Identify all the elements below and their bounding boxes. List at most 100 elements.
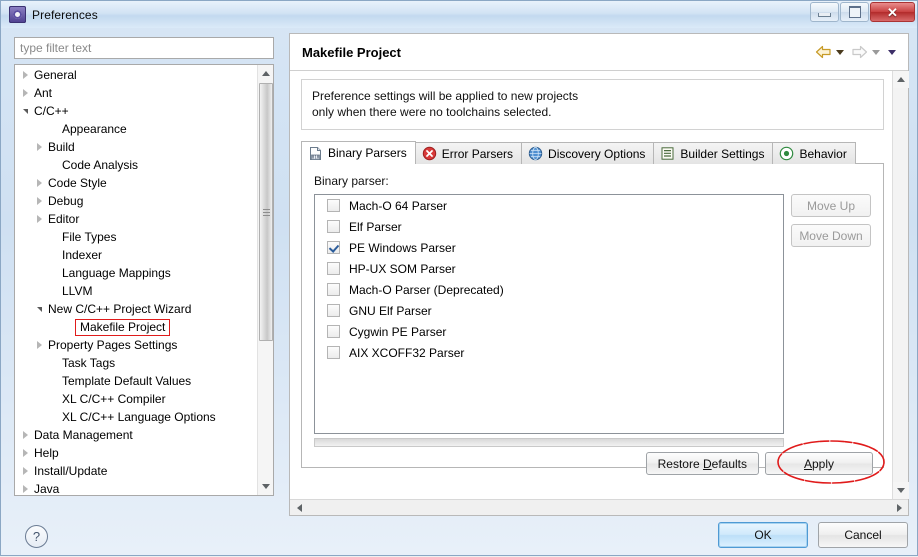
page-horizontal-scrollbar[interactable] — [290, 499, 908, 515]
search-input[interactable] — [14, 37, 274, 59]
tab-error-parsers[interactable]: Error Parsers — [414, 142, 523, 164]
maximize-icon — [848, 6, 861, 18]
page-scroll-down-button[interactable] — [893, 482, 909, 499]
expand-arrow-icon[interactable] — [19, 462, 32, 480]
tree-item-c-c[interactable]: C/C++ — [15, 102, 258, 120]
preferences-tree[interactable]: General Ant C/C++ Appearance Build Code Analy… — [15, 66, 258, 495]
tree-item-help[interactable]: Help — [15, 444, 258, 462]
checkbox[interactable] — [327, 304, 340, 317]
scrollbar-grip-icon — [262, 207, 270, 218]
checkbox[interactable] — [327, 262, 340, 275]
ok-button[interactable]: OK — [718, 522, 808, 548]
tree-item-new-c-c-project-wizard[interactable]: New C/C++ Project Wizard — [15, 300, 258, 318]
minimize-button[interactable] — [810, 2, 839, 22]
expand-arrow-icon[interactable] — [33, 336, 46, 354]
tree-item-editor[interactable]: Editor — [15, 210, 258, 228]
view-menu-icon[interactable] — [888, 49, 896, 55]
tab-builder-settings[interactable]: Builder Settings — [653, 142, 774, 164]
forward-dropdown-icon[interactable] — [872, 49, 880, 55]
checkbox[interactable] — [327, 346, 340, 359]
tree-item-template-default-values[interactable]: Template Default Values — [15, 372, 258, 390]
expand-arrow-icon[interactable] — [33, 192, 46, 210]
chevron-right-icon — [37, 197, 42, 205]
tree-item-language-mappings[interactable]: Language Mappings — [15, 264, 258, 282]
close-button[interactable]: ✕ — [870, 2, 915, 22]
tab-binary-parsers[interactable]: 010 Binary Parsers — [301, 141, 416, 164]
tree-item-appearance[interactable]: Appearance — [15, 120, 258, 138]
list-item[interactable]: Mach-O 64 Parser — [315, 195, 783, 216]
chevron-right-icon — [23, 467, 28, 475]
list-item[interactable]: AIX XCOFF32 Parser — [315, 342, 783, 363]
expand-arrow-icon[interactable] — [19, 66, 32, 84]
tree-item-llvm[interactable]: LLVM — [15, 282, 258, 300]
checkbox[interactable] — [327, 283, 340, 296]
tree-item-ant[interactable]: Ant — [15, 84, 258, 102]
tree-item-java[interactable]: Java — [15, 480, 258, 495]
tree-item-indexer[interactable]: Indexer — [15, 246, 258, 264]
move-up-button[interactable]: Move Up — [791, 194, 871, 217]
expand-arrow-icon[interactable] — [33, 138, 46, 156]
back-arrow-icon[interactable] — [815, 45, 832, 59]
page-scroll-right-button[interactable] — [891, 500, 907, 515]
expand-arrow-icon[interactable] — [33, 210, 46, 228]
back-dropdown-icon[interactable] — [836, 49, 844, 55]
tree-item-label: New C/C++ Project Wizard — [48, 302, 192, 316]
expand-arrow-icon[interactable] — [33, 174, 46, 192]
tab-discovery-options[interactable]: Discovery Options — [521, 142, 655, 164]
expand-arrow-icon[interactable] — [19, 444, 32, 462]
page-scroll-left-button[interactable] — [291, 500, 307, 515]
tree-item-install-update[interactable]: Install/Update — [15, 462, 258, 480]
tree-item-label: Language Mappings — [62, 266, 171, 280]
list-item[interactable]: Mach-O Parser (Deprecated) — [315, 279, 783, 300]
collapse-arrow-icon[interactable] — [33, 300, 46, 318]
description-line-2: only when there were no toolchains selec… — [312, 105, 552, 119]
list-item[interactable]: Elf Parser — [315, 216, 783, 237]
checkbox-label: Elf Parser — [349, 219, 402, 234]
filter-container — [14, 37, 274, 59]
chevron-right-icon — [37, 341, 42, 349]
page-scroll-up-button[interactable] — [893, 71, 909, 88]
help-icon[interactable]: ? — [25, 525, 48, 548]
tree-item-task-tags[interactable]: Task Tags — [15, 354, 258, 372]
tree-item-debug[interactable]: Debug — [15, 192, 258, 210]
cancel-button[interactable]: Cancel — [818, 522, 908, 548]
tree-scroll-down-button[interactable] — [258, 478, 273, 495]
tree-scrollbar-thumb[interactable] — [259, 83, 273, 341]
expand-arrow-icon[interactable] — [19, 84, 32, 102]
tree-item-data-management[interactable]: Data Management — [15, 426, 258, 444]
checkbox-label: Cygwin PE Parser — [349, 324, 447, 339]
list-item[interactable]: Cygwin PE Parser — [315, 321, 783, 342]
tree-item-code-style[interactable]: Code Style — [15, 174, 258, 192]
tree-item-xl-c-c-compiler[interactable]: XL C/C++ Compiler — [15, 390, 258, 408]
binary-parser-list[interactable]: Mach-O 64 Parser Elf Parser PE Windows Par… — [314, 194, 784, 434]
chevron-right-icon — [896, 503, 902, 512]
list-item[interactable]: GNU Elf Parser — [315, 300, 783, 321]
tree-item-xl-c-c-language-options[interactable]: XL C/C++ Language Options — [15, 408, 258, 426]
checkbox[interactable] — [327, 220, 340, 233]
maximize-button[interactable] — [840, 2, 869, 22]
list-item[interactable]: PE Windows Parser — [315, 237, 783, 258]
tree-item-code-analysis[interactable]: Code Analysis — [15, 156, 258, 174]
page-vertical-scrollbar[interactable] — [892, 71, 909, 499]
tree-item-makefile-project[interactable]: Makefile Project — [15, 318, 258, 336]
binary-parser-list-scroll-strip[interactable] — [314, 438, 784, 447]
tree-item-build[interactable]: Build — [15, 138, 258, 156]
tree-vertical-scrollbar[interactable] — [257, 65, 273, 495]
tree-item-label: Property Pages Settings — [48, 338, 178, 352]
restore-defaults-button[interactable]: Restore Defaults — [645, 452, 759, 475]
checkbox-checked[interactable] — [327, 241, 340, 254]
tree-item-label: Data Management — [34, 428, 133, 442]
move-down-button[interactable]: Move Down — [791, 224, 871, 247]
checkbox[interactable] — [327, 199, 340, 212]
expand-arrow-icon[interactable] — [19, 426, 32, 444]
checkbox[interactable] — [327, 325, 340, 338]
tree-item-property-pages-settings[interactable]: Property Pages Settings — [15, 336, 258, 354]
collapse-arrow-icon[interactable] — [19, 102, 32, 120]
tab-behavior[interactable]: Behavior — [772, 142, 856, 164]
list-item[interactable]: HP-UX SOM Parser — [315, 258, 783, 279]
tree-scroll-up-button[interactable] — [258, 65, 273, 82]
expand-arrow-icon[interactable] — [19, 480, 32, 495]
apply-button[interactable]: Apply — [765, 452, 873, 475]
tree-item-general[interactable]: General — [15, 66, 258, 84]
tree-item-file-types[interactable]: File Types — [15, 228, 258, 246]
